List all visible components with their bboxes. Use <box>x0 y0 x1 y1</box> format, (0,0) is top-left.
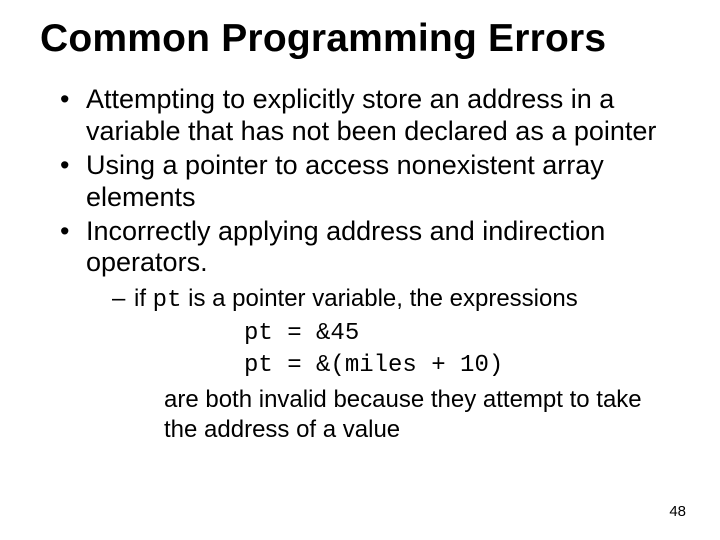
bullet-text: Incorrectly applying address and indirec… <box>86 216 605 278</box>
page-number: 48 <box>669 503 686 520</box>
text: if <box>134 285 153 312</box>
sub-list: if pt is a pointer variable, the express… <box>86 285 680 445</box>
code-line-2: pt = &(miles + 10) <box>244 352 680 381</box>
code-line-1: pt = &45 <box>244 320 680 349</box>
list-item: Using a pointer to access nonexistent ar… <box>60 150 680 214</box>
list-item: Attempting to explicitly store an addres… <box>60 84 680 148</box>
text: is a pointer variable, the expressions <box>181 285 577 312</box>
list-item: Incorrectly applying address and indirec… <box>60 216 680 446</box>
page-title: Common Programming Errors <box>40 18 680 60</box>
bullet-list: Attempting to explicitly store an addres… <box>40 84 680 445</box>
list-item: if pt is a pointer variable, the express… <box>112 285 680 445</box>
slide: Common Programming Errors Attempting to … <box>0 0 720 540</box>
text: are both invalid because they attempt to… <box>164 385 680 445</box>
code-inline-pt: pt <box>153 287 182 314</box>
